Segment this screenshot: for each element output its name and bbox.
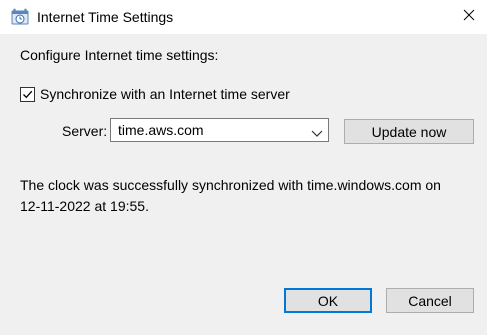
title-bar[interactable]: Internet Time Settings	[0, 0, 487, 34]
chevron-down-icon[interactable]	[311, 125, 323, 137]
clock-globe-icon	[11, 8, 29, 26]
server-label: Server:	[62, 123, 108, 139]
sync-status-line-1: The clock was successfully synchronized …	[20, 177, 441, 193]
close-button[interactable]	[450, 0, 487, 34]
dialog-heading: Configure Internet time settings:	[20, 47, 219, 63]
update-now-button[interactable]: Update now	[344, 119, 474, 144]
sync-status-line-2: 12-11-2022 at 19:55.	[20, 198, 149, 214]
sync-checkbox-label[interactable]: Synchronize with an Internet time server	[40, 86, 290, 102]
cancel-button[interactable]: Cancel	[386, 288, 474, 313]
window-title: Internet Time Settings	[37, 9, 174, 25]
checkmark-icon	[23, 90, 33, 98]
server-combobox[interactable]: time.aws.com	[110, 118, 329, 142]
internet-time-settings-dialog: Internet Time Settings Configure Interne…	[0, 0, 487, 335]
dialog-body: Configure Internet time settings: Synchr…	[0, 34, 487, 335]
sync-option[interactable]: Synchronize with an Internet time server	[20, 85, 290, 103]
server-value[interactable]: time.aws.com	[118, 122, 204, 138]
sync-checkbox[interactable]	[20, 86, 35, 102]
close-icon	[463, 8, 475, 26]
sync-status-text: The clock was successfully synchronized …	[20, 175, 470, 217]
ok-button[interactable]: OK	[284, 288, 372, 313]
